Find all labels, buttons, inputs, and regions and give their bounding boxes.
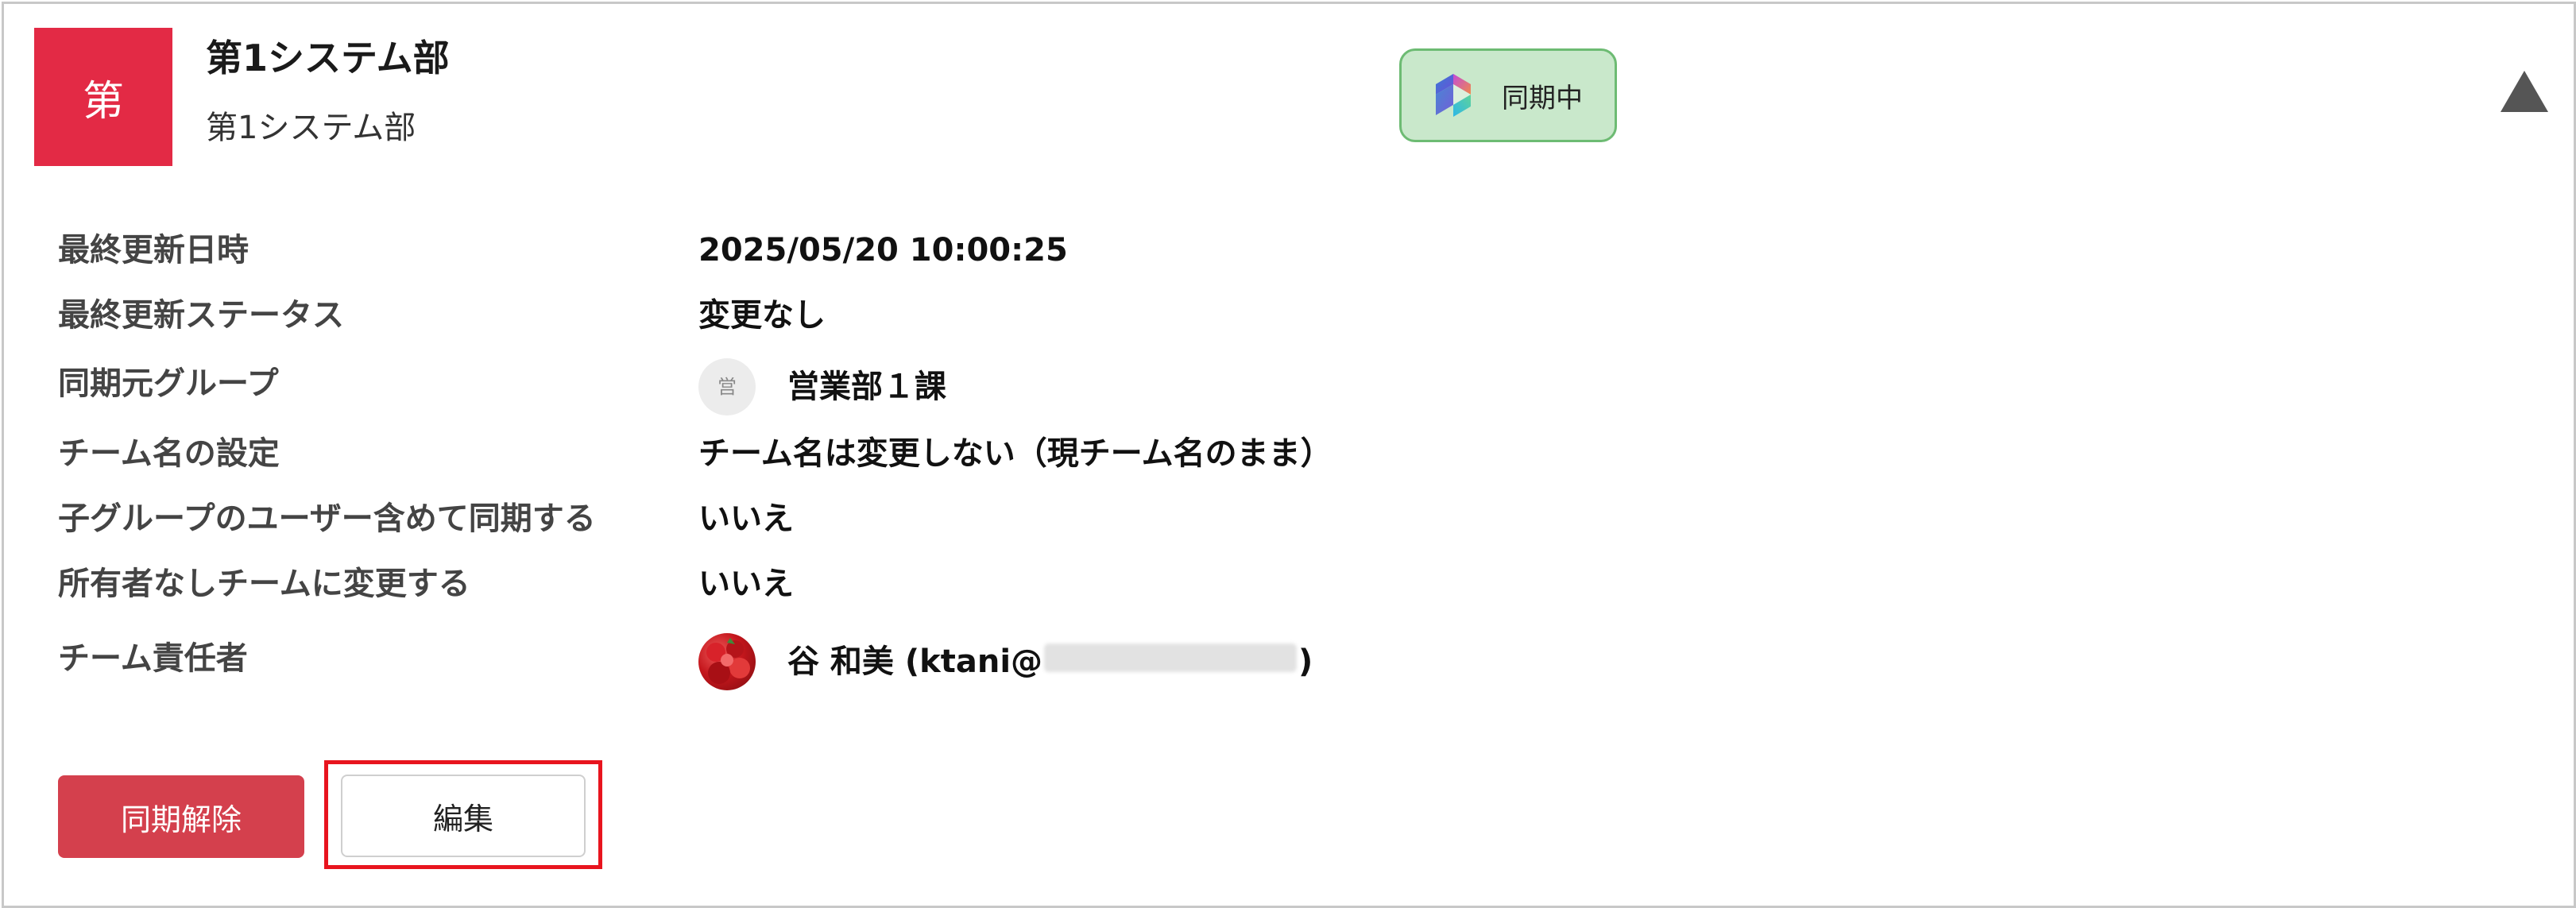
owner-avatar [698,633,756,690]
group-subtitle: 第1システム部 [206,110,416,146]
triangle-up-icon [2501,71,2548,112]
detail-value: 谷 和美 (ktani@) [698,633,1313,690]
detail-value: チーム名は変更しない（現チーム名のまま） [698,435,1332,472]
sync-status-label: 同期中 [1502,82,1583,114]
detail-value: 変更なし [698,297,826,334]
group-avatar-text: 第 [82,77,124,126]
detail-row-team-name-setting: チーム名の設定 チーム名は変更しない（現チーム名のまま） [58,428,2521,479]
group-title: 第1システム部 [206,37,450,79]
owner-name-text: 谷 和美 (ktani@ [787,643,1043,680]
source-group-name: 営業部１課 [787,369,946,405]
source-group-avatar: 営 [698,358,756,415]
detail-label: 最終更新ステータス [58,297,344,334]
detail-row-source-group: 同期元グループ 営 営業部１課 [58,358,2521,415]
detail-row-ownerless-team: 所有者なしチームに変更する いいえ [58,558,2521,609]
detail-label: 最終更新日時 [58,232,249,269]
sync-status-badge: 同期中 [1399,48,1617,142]
detail-value: いいえ [698,566,794,602]
detail-label: チーム名の設定 [58,435,280,472]
detail-row-last-status: 最終更新ステータス 変更なし [58,290,2521,341]
detail-value: 2025/05/20 10:00:25 [698,232,1068,269]
detail-label: チーム責任者 [58,640,248,677]
redacted-email-domain [1044,643,1298,672]
detail-label: 所有者なしチームに変更する [58,566,470,602]
collapse-button[interactable] [2499,69,2550,114]
edit-button-highlight [324,760,602,869]
group-avatar: 第 [34,28,172,166]
detail-label: 同期元グループ [58,365,279,402]
copilot-icon [1427,69,1479,122]
detail-row-include-child-groups: 子グループのユーザー含めて同期する いいえ [58,493,2521,544]
detail-value: いいえ [698,500,794,537]
sync-group-card: 第 第1システム部 第1システム部 同期中 最終更新日時 2025/05/20 … [2,2,2576,908]
detail-row-team-owner: チーム責任者 谷 和美 (ktani@) [58,633,2521,690]
detail-value: 営 営業部１課 [698,358,946,415]
detail-label: 子グループのユーザー含めて同期する [58,500,596,537]
unsync-button[interactable]: 同期解除 [58,775,304,858]
owner-name-suffix: ) [1298,643,1313,680]
owner-name: 谷 和美 (ktani@) [787,636,1313,687]
detail-row-last-updated: 最終更新日時 2025/05/20 10:00:25 [58,225,2521,276]
